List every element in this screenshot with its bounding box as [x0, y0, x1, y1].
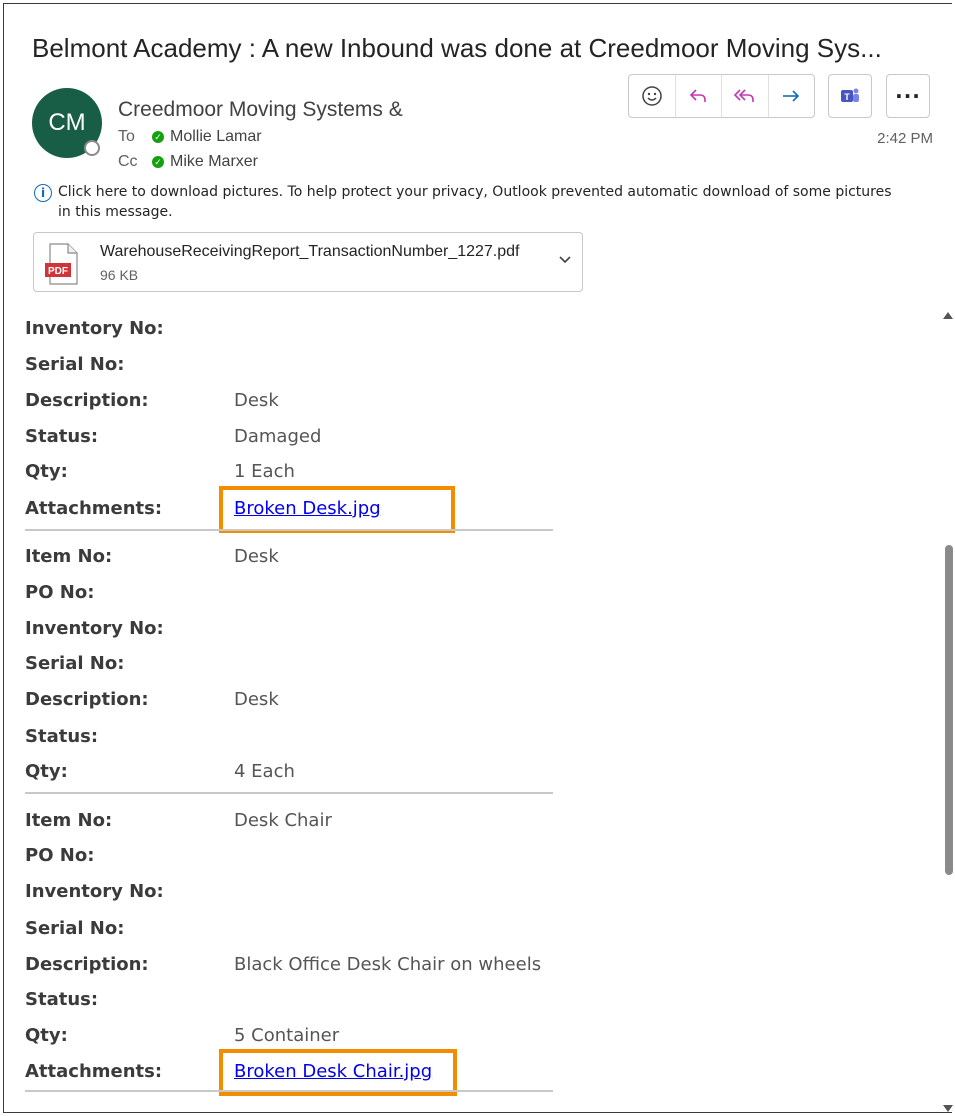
reaction-button[interactable]	[629, 75, 676, 117]
field-row: Qty: 1 Each	[25, 460, 555, 484]
field-row: Item No: Desk	[25, 545, 555, 569]
field-label: PO No:	[25, 582, 95, 603]
to-recipient-name[interactable]: Mollie Lamar	[170, 128, 262, 146]
field-value: 1 Each	[234, 461, 295, 482]
more-actions-button[interactable]: ···	[886, 74, 930, 118]
field-row: Inventory No:	[25, 317, 555, 341]
cc-recipient-name[interactable]: Mike Marxer	[170, 153, 258, 171]
field-row: Qty: 4 Each	[25, 760, 555, 784]
sender-name[interactable]: Creedmoor Moving Systems &	[118, 98, 403, 122]
field-row: Status:	[25, 725, 555, 749]
field-label: PO No:	[25, 845, 95, 866]
field-value: 5 Container	[234, 1025, 340, 1046]
scrollbar-thumb[interactable]	[945, 545, 953, 875]
item-separator	[25, 529, 553, 531]
field-row: Description: Desk	[25, 688, 555, 712]
field-label: Inventory No:	[25, 318, 164, 339]
field-value: Desk	[234, 390, 279, 411]
svg-text:T: T	[844, 92, 850, 102]
field-row: Status:	[25, 988, 555, 1012]
field-value: Desk	[234, 546, 279, 567]
field-row: Serial No:	[25, 353, 555, 377]
presence-status-icon	[84, 140, 100, 156]
field-row: Item No: Desk Chair	[25, 809, 555, 833]
field-label: Attachments:	[25, 498, 163, 519]
field-label: Description:	[25, 689, 149, 710]
field-row: Status: Damaged	[25, 425, 555, 449]
field-label: Status:	[25, 726, 99, 747]
field-label: Item No:	[25, 810, 113, 831]
forward-icon	[783, 90, 800, 102]
attachment-file-size: 96 KB	[100, 267, 139, 283]
available-status-icon: ✓	[152, 131, 164, 143]
forward-button[interactable]	[769, 75, 815, 117]
field-value: Black Office Desk Chair on wheels	[234, 954, 542, 975]
teams-share-button[interactable]: T	[828, 74, 872, 118]
pdf-type-label: PDF	[48, 266, 68, 277]
to-label: To	[118, 128, 135, 145]
email-subject: Belmont Academy : A new Inbound was done…	[32, 33, 882, 63]
field-row: Serial No:	[25, 652, 555, 676]
field-label: Inventory No:	[25, 618, 164, 639]
field-value: Desk Chair	[234, 810, 332, 831]
received-time: 2:42 PM	[877, 130, 933, 147]
highlight-box	[219, 1049, 457, 1096]
field-label: Serial No:	[25, 653, 125, 674]
more-icon: ···	[895, 84, 921, 108]
reply-button[interactable]	[676, 75, 722, 117]
field-label: Status:	[25, 989, 99, 1010]
reply-all-button[interactable]	[722, 75, 769, 117]
field-value: Desk	[234, 689, 279, 710]
field-label: Serial No:	[25, 354, 125, 375]
field-label: Status:	[25, 426, 99, 447]
field-row: Qty: 5 Container	[25, 1024, 555, 1048]
scroll-down-arrow-icon[interactable]	[943, 1105, 953, 1112]
field-row: Inventory No:	[25, 880, 555, 904]
available-status-icon: ✓	[152, 156, 164, 168]
field-value: 4 Each	[234, 761, 295, 782]
notice-text: Click here to download pictures. To help…	[58, 184, 892, 220]
info-icon: i	[34, 184, 52, 202]
vertical-scrollbar[interactable]	[940, 310, 955, 1116]
item-separator	[25, 1090, 553, 1092]
teams-icon: T	[841, 88, 859, 102]
attachment-file-name: WarehouseReceivingReport_TransactionNumb…	[100, 243, 520, 260]
field-row: Description: Black Office Desk Chair on w…	[25, 953, 555, 977]
field-label: Description:	[25, 390, 149, 411]
cc-label: Cc	[118, 153, 138, 170]
message-actions-toolbar	[628, 74, 815, 118]
attachment-card[interactable]: PDF WarehouseReceivingReport_Transaction…	[33, 232, 583, 292]
field-label: Serial No:	[25, 918, 125, 939]
field-row: Description: Desk	[25, 389, 555, 413]
smiley-icon	[642, 86, 662, 106]
reply-icon	[690, 89, 707, 102]
field-row: Inventory No:	[25, 617, 555, 641]
highlight-box	[219, 486, 455, 533]
reply-all-icon	[733, 89, 754, 102]
field-label: Attachments:	[25, 1061, 163, 1082]
field-label: Qty:	[25, 461, 68, 482]
scroll-up-arrow-icon[interactable]	[943, 312, 953, 319]
field-row: PO No:	[25, 844, 555, 868]
field-label: Inventory No:	[25, 881, 164, 902]
field-label: Item No:	[25, 546, 113, 567]
field-label: Qty:	[25, 761, 68, 782]
field-label: Qty:	[25, 1025, 68, 1046]
avatar-initials: CM	[48, 109, 86, 136]
cc-recipients: Cc ✓ Mike Marxer	[118, 153, 258, 171]
field-row: Serial No:	[25, 917, 555, 941]
download-pictures-notice[interactable]: i Click here to download pictures. To he…	[34, 182, 904, 222]
to-recipients: To ✓ Mollie Lamar	[118, 128, 262, 146]
field-row: PO No:	[25, 581, 555, 605]
pdf-file-icon: PDF	[45, 243, 78, 285]
field-label: Description:	[25, 954, 149, 975]
chevron-down-icon[interactable]	[558, 253, 572, 269]
item-separator	[25, 792, 553, 794]
field-value: Damaged	[234, 426, 322, 447]
